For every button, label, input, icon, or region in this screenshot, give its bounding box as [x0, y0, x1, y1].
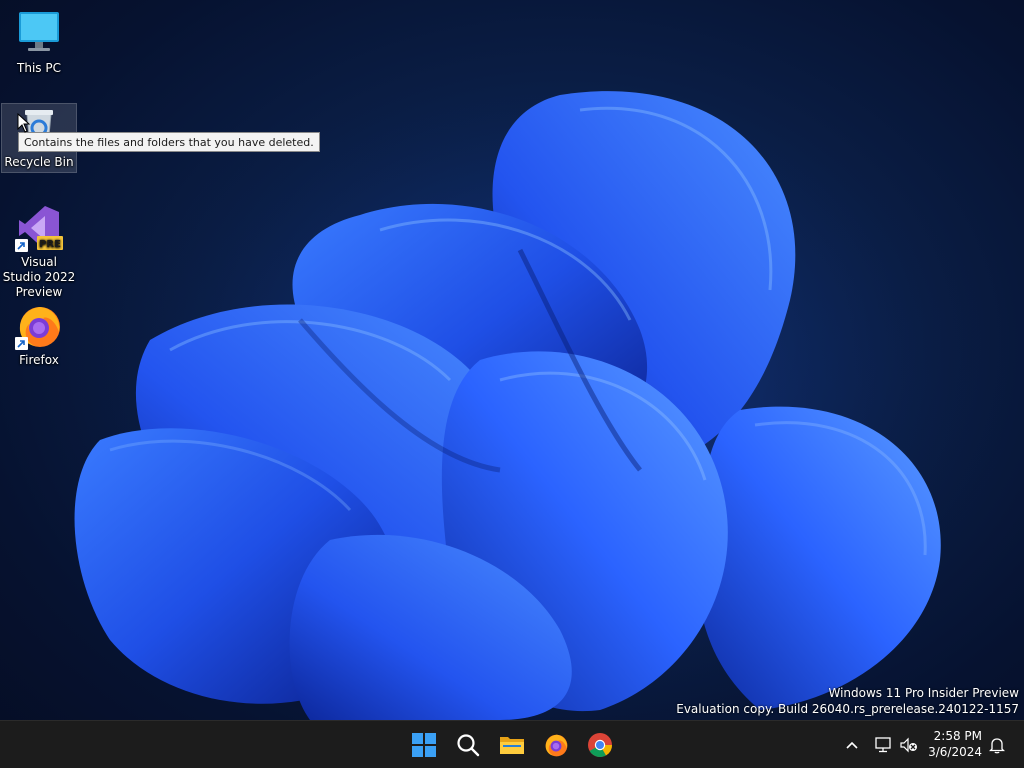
network-icon: [875, 737, 891, 753]
taskbar-clock[interactable]: 2:58 PM 3/6/2024: [928, 728, 982, 760]
notification-bell-icon: [989, 737, 1005, 753]
search-icon: [457, 734, 480, 757]
clock-time: 2:58 PM: [933, 729, 982, 743]
shortcut-arrow-icon: [15, 337, 28, 350]
firefox-icon: [545, 734, 568, 757]
windows-start-icon: [412, 733, 436, 757]
desktop-icon-visual-studio[interactable]: PRE Visual Studio 2022 Preview: [2, 204, 76, 300]
shortcut-arrow-icon: [15, 239, 28, 252]
build-watermark: Windows 11 Pro Insider Preview Evaluatio…: [676, 685, 1019, 717]
computer-monitor-icon: [15, 10, 63, 58]
tooltip: Contains the files and folders that you …: [18, 132, 320, 152]
desktop-icon-label: Visual Studio 2022 Preview: [2, 255, 76, 299]
pre-badge: PRE: [39, 239, 61, 250]
search-button[interactable]: [448, 725, 488, 765]
desktop-icon-label: This PC: [17, 61, 61, 75]
start-button[interactable]: [404, 725, 444, 765]
chrome-taskbar-button[interactable]: [580, 725, 620, 765]
desktop-icon-firefox[interactable]: Firefox: [2, 302, 76, 368]
chrome-icon: [588, 733, 612, 758]
notifications-button[interactable]: [986, 729, 1008, 761]
taskbar: 2:58 PM 3/6/2024: [0, 720, 1024, 768]
watermark-line-2: Evaluation copy. Build 26040.rs_prerelea…: [676, 702, 1019, 716]
file-explorer-button[interactable]: [492, 725, 532, 765]
desktop-icon-this-pc[interactable]: This PC: [2, 10, 76, 76]
desktop-icon-label: Firefox: [19, 353, 59, 367]
watermark-line-1: Windows 11 Pro Insider Preview: [828, 686, 1019, 700]
firefox-icon: [15, 302, 63, 350]
volume-muted-icon: [900, 737, 917, 753]
desktop-icon-label: Recycle Bin: [4, 155, 74, 169]
mouse-cursor-icon: [17, 113, 31, 133]
chevron-up-icon: [846, 741, 858, 749]
firefox-taskbar-button[interactable]: [536, 725, 576, 765]
file-explorer-icon: [500, 737, 524, 754]
wallpaper: [70, 70, 1010, 720]
visual-studio-icon: PRE: [15, 204, 63, 252]
clock-date: 3/6/2024: [928, 745, 982, 759]
show-hidden-icons-button[interactable]: [840, 729, 864, 761]
volume-button[interactable]: [898, 729, 920, 761]
network-button[interactable]: [872, 729, 894, 761]
